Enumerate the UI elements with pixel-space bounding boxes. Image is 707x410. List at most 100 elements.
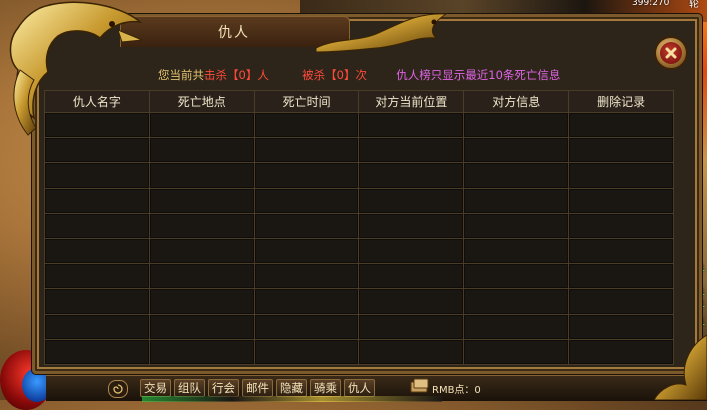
bottom-button-row: 交易 组队 行会 邮件 隐藏 骑乘 仇人 xyxy=(140,379,375,397)
column-header: 仇人名字 xyxy=(44,90,150,113)
table-cell xyxy=(44,237,150,265)
table-cell xyxy=(44,338,150,366)
dragon-ornament-right-icon xyxy=(316,13,448,53)
table-cell xyxy=(148,313,255,340)
table-cell xyxy=(44,137,150,164)
table-cell xyxy=(358,162,465,189)
table-cell xyxy=(148,187,255,214)
table-cell xyxy=(253,313,360,340)
recent-deaths-note: 仇人榜只显示最近10条死亡信息 xyxy=(396,68,561,82)
toolbar-button[interactable]: 骑乘 xyxy=(310,379,341,397)
table-cell xyxy=(463,313,570,340)
table-cell xyxy=(463,187,570,214)
table-cell xyxy=(148,212,255,239)
table-cell xyxy=(463,111,570,139)
toolbar-button[interactable]: 组队 xyxy=(174,379,205,397)
table-cell xyxy=(148,162,255,189)
table-cell xyxy=(358,212,465,239)
chat-line-hint xyxy=(142,396,442,402)
table-cell xyxy=(44,263,150,290)
table-cell xyxy=(148,288,255,315)
table-cell xyxy=(253,237,360,265)
table-cell xyxy=(568,162,674,189)
table-cell xyxy=(463,338,570,366)
table-cell xyxy=(568,212,674,239)
table-row[interactable] xyxy=(44,338,674,366)
rmb-icon xyxy=(410,378,429,393)
dialog-title: 仇人 xyxy=(218,25,250,41)
table-cell xyxy=(44,187,150,214)
table-row[interactable] xyxy=(44,137,674,164)
table-cell xyxy=(148,111,255,139)
table-cell xyxy=(148,137,255,164)
toolbar-button[interactable]: 仇人 xyxy=(344,379,375,397)
killed-by-count: 被杀【0】次 xyxy=(302,68,367,82)
table-cell xyxy=(568,111,674,139)
table-row[interactable] xyxy=(44,313,674,340)
table-row[interactable] xyxy=(44,237,674,265)
enemy-table: 仇人名字 死亡地点 死亡时间 对方当前位置 对方信息 删除记录 xyxy=(44,90,674,366)
table-cell xyxy=(568,263,674,290)
table-cell xyxy=(568,137,674,164)
table-cell xyxy=(463,263,570,290)
table-cell xyxy=(44,212,150,239)
table-cell xyxy=(253,288,360,315)
table-cell xyxy=(44,162,150,189)
rmb-points: RMB点：0 xyxy=(432,385,481,396)
toolbar-button[interactable]: 交易 xyxy=(140,379,171,397)
table-cell xyxy=(463,237,570,265)
table-cell xyxy=(358,237,465,265)
map-coordinates: 399:270 xyxy=(632,0,670,8)
table-cell xyxy=(358,263,465,290)
table-row[interactable] xyxy=(44,263,674,290)
table-cell xyxy=(253,137,360,164)
table-cell xyxy=(44,288,150,315)
table-cell xyxy=(358,137,465,164)
column-header: 删除记录 xyxy=(568,90,674,113)
close-icon xyxy=(660,42,682,64)
swirl-icon xyxy=(113,384,123,394)
table-cell xyxy=(358,338,465,366)
toolbar-button[interactable]: 行会 xyxy=(208,379,239,397)
chat-toggle-button[interactable] xyxy=(108,380,128,398)
table-cell xyxy=(253,162,360,189)
table-cell xyxy=(148,338,255,366)
table-cell xyxy=(463,212,570,239)
table-row[interactable] xyxy=(44,288,674,315)
table-row[interactable] xyxy=(44,187,674,214)
table-cell xyxy=(568,288,674,315)
toolbar-button[interactable]: 隐藏 xyxy=(276,379,307,397)
killed-count: 击杀【0】人 xyxy=(204,68,269,82)
column-header: 对方信息 xyxy=(463,90,570,113)
table-row[interactable] xyxy=(44,111,674,139)
table-cell xyxy=(358,288,465,315)
toolbar-button[interactable]: 邮件 xyxy=(242,379,273,397)
table-cell xyxy=(568,237,674,265)
table-cell xyxy=(568,187,674,214)
table-cell xyxy=(44,313,150,340)
column-header: 死亡时间 xyxy=(253,90,360,113)
table-cell xyxy=(463,288,570,315)
summary-prefix: 您当前共 xyxy=(158,68,204,82)
table-row[interactable] xyxy=(44,212,674,239)
background-side-text: 轮 xyxy=(689,0,699,10)
table-cell xyxy=(463,137,570,164)
table-cell xyxy=(253,212,360,239)
table-cell xyxy=(463,162,570,189)
table-cell xyxy=(253,187,360,214)
table-cell xyxy=(358,313,465,340)
table-cell xyxy=(148,237,255,265)
table-row[interactable] xyxy=(44,162,674,189)
table-cell xyxy=(253,111,360,139)
table-cell xyxy=(148,263,255,290)
dragon-ornament-corner-icon xyxy=(653,335,707,400)
table-cell xyxy=(358,111,465,139)
kill-summary: 您当前共击杀【0】人 被杀【0】次 仇人榜只显示最近10条死亡信息 xyxy=(158,67,560,83)
close-button[interactable] xyxy=(654,36,688,70)
column-header: 死亡地点 xyxy=(148,90,255,113)
table-cell xyxy=(253,338,360,366)
column-header: 对方当前位置 xyxy=(358,90,465,113)
table-header-row: 仇人名字 死亡地点 死亡时间 对方当前位置 对方信息 删除记录 xyxy=(44,90,674,113)
table-cell xyxy=(44,111,150,139)
table-cell xyxy=(253,263,360,290)
